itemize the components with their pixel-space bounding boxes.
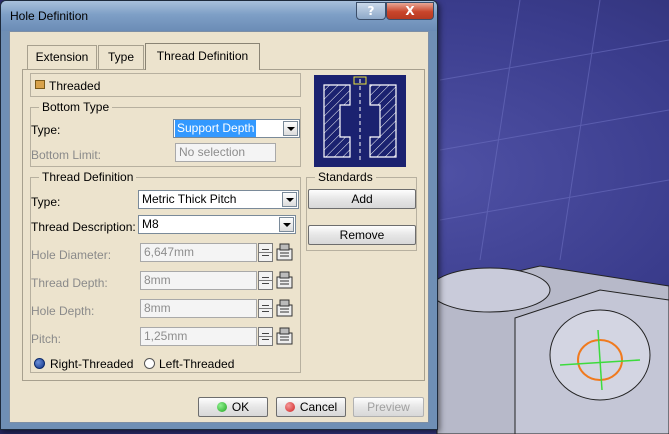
hole-diameter-spinner[interactable] [258, 243, 273, 262]
dialog-body: Extension Type Thread Definition Threade… [9, 31, 429, 423]
thread-description-label: Thread Description: [31, 220, 136, 234]
bottom-type-group: Bottom Type Type: Support Depth Bottom L… [30, 100, 301, 167]
left-threaded-label: Left-Threaded [159, 357, 235, 371]
title-bar[interactable]: Hole Definition ? X [1, 1, 437, 31]
right-threaded-radio[interactable] [34, 358, 45, 369]
remove-standard-button[interactable]: Remove [308, 225, 416, 245]
chevron-down-icon[interactable] [282, 192, 297, 207]
hole-depth-label: Hole Depth: [31, 304, 95, 318]
dialog-title: Hole Definition [10, 9, 89, 23]
right-threaded-label: Right-Threaded [50, 357, 134, 371]
part-geometry[interactable] [429, 265, 669, 434]
close-button[interactable]: X [386, 2, 434, 20]
thread-preview-image [314, 75, 406, 167]
hole-depth-spinner[interactable] [258, 299, 273, 318]
measure-icon[interactable] [276, 271, 293, 290]
thread-type-label: Type: [31, 195, 61, 209]
thread-definition-panel: Threaded Bottom Type Type: Support Depth… [22, 69, 425, 381]
thread-description-value: M8 [142, 217, 159, 231]
hole-depth-field[interactable]: 8mm [140, 299, 257, 318]
chevron-down-icon[interactable] [283, 121, 298, 136]
bottom-limit-label: Bottom Limit: [31, 148, 102, 162]
standards-legend: Standards [315, 170, 376, 184]
thread-definition-group: Thread Definition Type: Metric Thick Pit… [30, 170, 301, 373]
left-threaded-radio[interactable] [144, 358, 155, 369]
bottom-type-legend: Bottom Type [39, 100, 113, 114]
measure-icon[interactable] [276, 243, 293, 262]
tab-extension[interactable]: Extension [27, 45, 97, 69]
bottom-type-value: Support Depth [175, 120, 257, 137]
thread-type-value: Metric Thick Pitch [142, 192, 237, 206]
help-button[interactable]: ? [356, 2, 386, 20]
preview-button[interactable]: Preview [353, 397, 424, 417]
bottom-type-select[interactable]: Support Depth [173, 119, 300, 138]
measure-icon[interactable] [276, 327, 293, 346]
thread-description-select[interactable]: M8 [138, 215, 296, 234]
thread-definition-legend: Thread Definition [39, 170, 137, 184]
cancel-icon [284, 402, 295, 412]
hole-definition-dialog: Hole Definition ? X Extension Type Threa… [0, 0, 438, 430]
threaded-checkbox[interactable]: Threaded [30, 73, 301, 97]
thread-type-select[interactable]: Metric Thick Pitch [138, 190, 299, 209]
thread-depth-field[interactable]: 8mm [140, 271, 257, 290]
pitch-spinner[interactable] [258, 327, 273, 346]
tab-type[interactable]: Type [98, 45, 144, 69]
thread-depth-spinner[interactable] [258, 271, 273, 290]
hole-diameter-field[interactable]: 6,647mm [140, 243, 257, 262]
add-standard-button[interactable]: Add [308, 189, 416, 209]
bottom-type-label: Type: [31, 123, 61, 137]
ok-label: OK [231, 400, 250, 414]
threaded-label: Threaded [49, 79, 101, 93]
pitch-field[interactable]: 1,25mm [140, 327, 257, 346]
measure-icon[interactable] [276, 299, 293, 318]
cancel-label: Cancel [299, 400, 338, 414]
tab-thread-definition[interactable]: Thread Definition [145, 43, 260, 70]
ok-button[interactable]: OK [198, 397, 268, 417]
chevron-down-icon[interactable] [279, 217, 294, 232]
cancel-button[interactable]: Cancel [276, 397, 346, 417]
checkbox-checked-icon [35, 80, 45, 89]
standards-group: Standards Add Remove [306, 170, 417, 251]
pitch-label: Pitch: [31, 332, 62, 346]
hole-diameter-label: Hole Diameter: [31, 248, 112, 262]
ok-icon [216, 402, 227, 412]
thread-depth-label: Thread Depth: [31, 276, 108, 290]
bottom-limit-field[interactable]: No selection [175, 143, 276, 162]
